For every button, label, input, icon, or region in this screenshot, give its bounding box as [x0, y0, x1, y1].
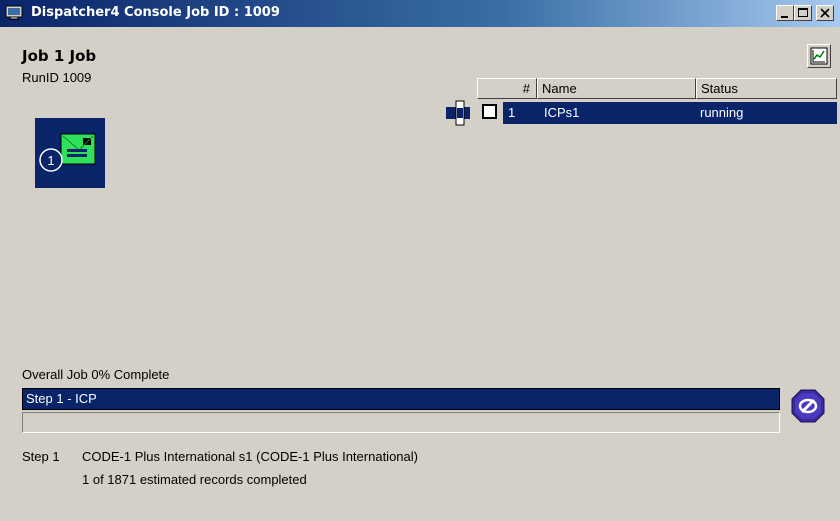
overall-progress-label: Overall Job 0% Complete	[22, 367, 170, 382]
minimize-button[interactable]	[776, 5, 794, 21]
chart-icon	[810, 47, 828, 65]
row-number: 1	[508, 105, 516, 120]
stop-button[interactable]	[790, 388, 826, 424]
row-drag-handle[interactable]	[446, 100, 478, 128]
row-status: running	[700, 105, 744, 120]
detail-records: 1 of 1871 estimated records completed	[82, 472, 307, 487]
current-step-bar: Step 1 - ICP	[22, 388, 780, 410]
stop-icon	[791, 389, 825, 423]
detail-step: Step 1	[22, 449, 60, 464]
envelope-icon: 1	[39, 133, 96, 172]
minimize-icon	[781, 16, 788, 18]
monitor-icon	[5, 5, 25, 21]
maximize-button[interactable]	[794, 5, 812, 21]
column-status[interactable]: Status	[696, 78, 837, 99]
column-number[interactable]: #	[477, 78, 537, 99]
run-id: RunID 1009	[22, 70, 92, 85]
current-step-label: Step 1 - ICP	[26, 391, 97, 406]
column-name[interactable]: Name	[537, 78, 696, 99]
step-1-node[interactable]: 1	[35, 118, 105, 188]
job-title: Job 1 Job	[22, 47, 97, 65]
steps-table-header: # Name Status	[477, 78, 837, 99]
detail-description: CODE-1 Plus International s1 (CODE-1 Plu…	[82, 449, 418, 464]
step-node-number: 1	[47, 153, 54, 168]
window-title: Dispatcher4 Console Job ID : 1009	[31, 5, 280, 20]
close-button[interactable]	[816, 5, 834, 21]
connector-icon	[446, 100, 470, 126]
progress-bar	[22, 412, 780, 433]
row-name: ICPs1	[544, 105, 580, 120]
console-window: Dispatcher4 Console Job ID : 1009 Job 1 …	[0, 0, 840, 521]
close-icon	[820, 8, 830, 18]
maximize-icon	[798, 8, 808, 17]
graph-button[interactable]	[807, 44, 831, 68]
title-bar[interactable]: Dispatcher4 Console Job ID : 1009	[0, 0, 840, 27]
row-checkbox[interactable]	[482, 104, 497, 119]
